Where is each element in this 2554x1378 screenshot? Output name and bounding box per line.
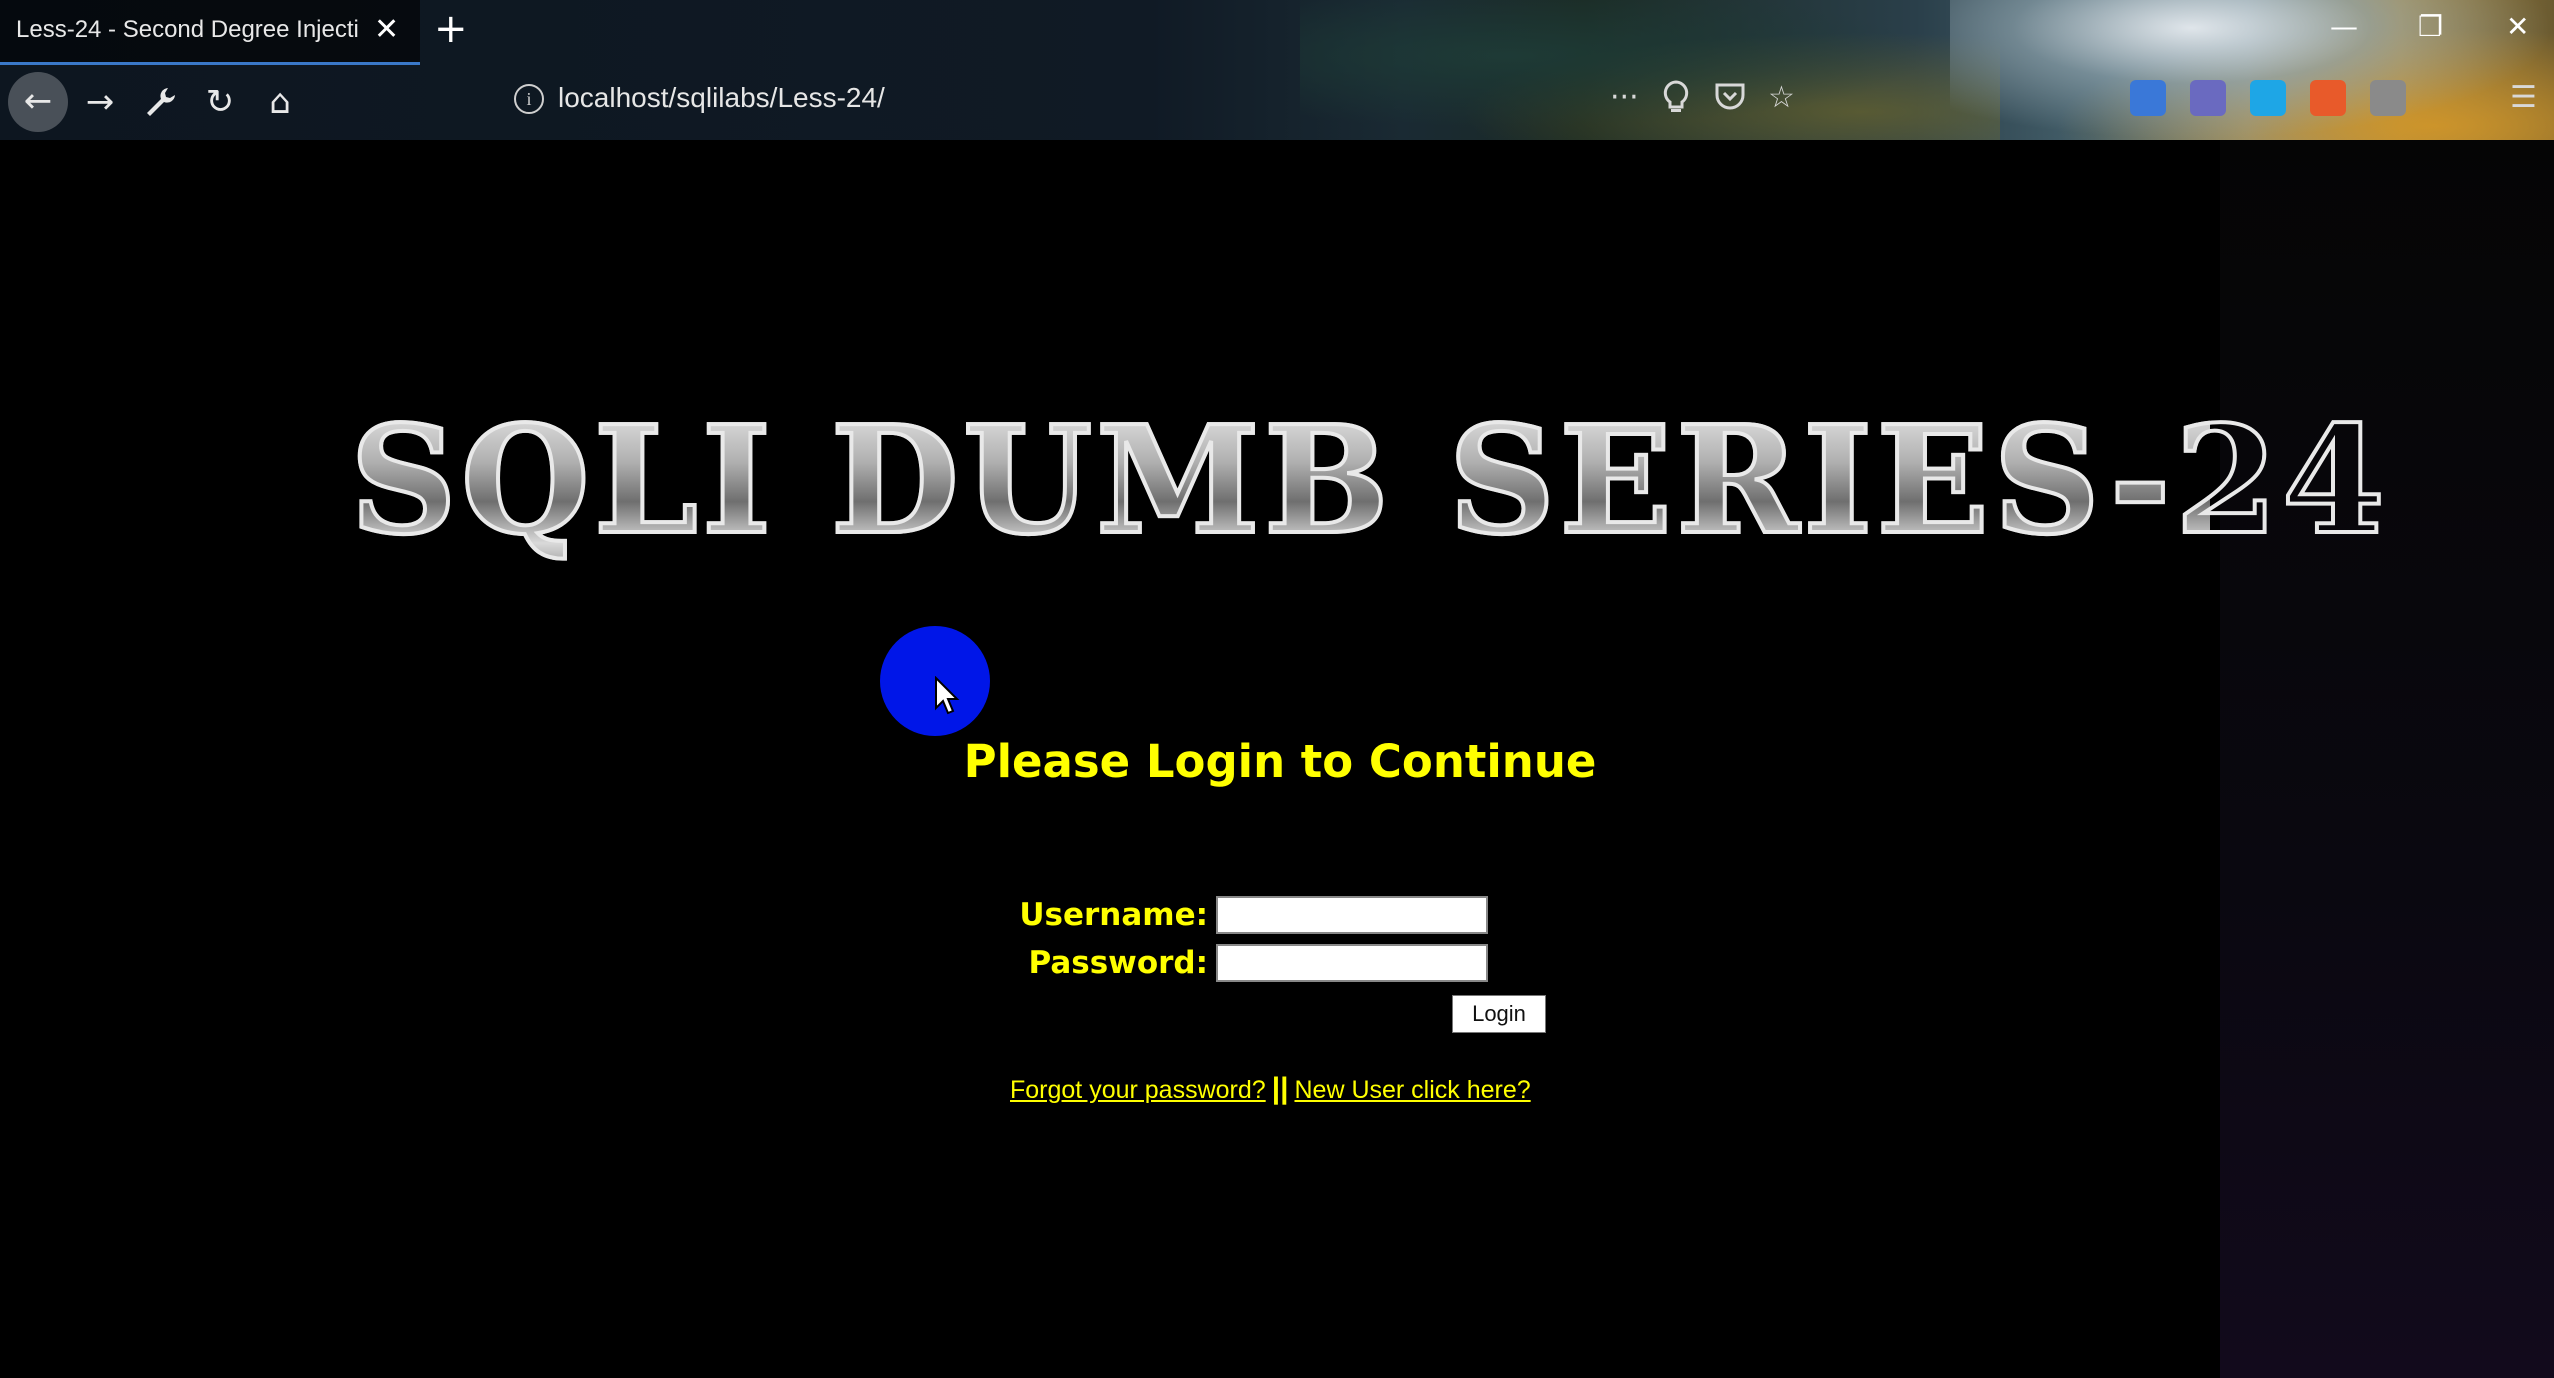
sqli-logo: SQLI DUMB SERIES-24 [348,390,2387,570]
new-tab-icon[interactable]: + [434,6,468,52]
forgot-password-link[interactable]: Forgot your password? [1010,1076,1266,1104]
hamburger-menu-icon[interactable]: ☰ [2510,80,2537,115]
extension-icon[interactable] [2370,80,2406,116]
browser-tab[interactable]: Less-24 - Second Degree Injecti ✕ [0,0,420,65]
background-fade [2220,140,2554,1378]
window-close-icon[interactable]: ✕ [2506,10,2529,43]
mouse-cursor-icon [935,676,960,715]
link-separator: || [1271,1072,1289,1105]
pocket-icon[interactable] [1714,80,1746,120]
url-text[interactable]: localhost/sqlilabs/Less-24/ [558,82,885,114]
extension-icon[interactable] [2250,80,2286,116]
login-heading: Please Login to Continue [963,735,1597,788]
site-info-icon[interactable]: i [514,84,544,114]
lightbulb-icon[interactable] [1662,80,1690,122]
browser-chrome: Less-24 - Second Degree Injecti ✕ + — ❐ … [0,0,2554,140]
new-user-link[interactable]: New User click here? [1294,1076,1530,1104]
account-links: Forgot your password? || New User click he… [1010,1072,1610,1106]
minimize-icon[interactable]: — [2330,10,2358,43]
close-tab-icon[interactable]: ✕ [374,12,399,47]
wrench-icon [147,88,175,116]
home-icon[interactable]: ⌂ [252,74,308,130]
more-actions-icon[interactable]: ··· [1610,80,1639,115]
extension-icon[interactable] [2190,80,2226,116]
username-input[interactable] [1216,896,1488,934]
tab-title: Less-24 - Second Degree Injecti [16,16,359,43]
extension-icon[interactable] [2130,80,2166,116]
url-bar[interactable]: i localhost/sqlilabs/Less-24/ [500,72,1800,128]
restore-icon[interactable]: ❐ [2418,10,2443,43]
page-content: SQLI DUMB SERIES-24 Please Login to Cont… [0,140,2554,1378]
bookmark-star-icon[interactable]: ☆ [1768,80,1795,115]
extension-icon[interactable] [2310,80,2346,116]
reload-icon[interactable]: ↻ [192,74,248,130]
forward-icon[interactable]: → [72,74,128,130]
login-button[interactable]: Login [1452,995,1546,1033]
username-label: Username: [1019,897,1208,933]
password-label: Password: [1028,945,1208,981]
back-icon[interactable]: ← [8,72,68,132]
tools-icon[interactable] [132,74,188,130]
theme-background-mountain [1950,0,2554,140]
password-input[interactable] [1216,944,1488,982]
